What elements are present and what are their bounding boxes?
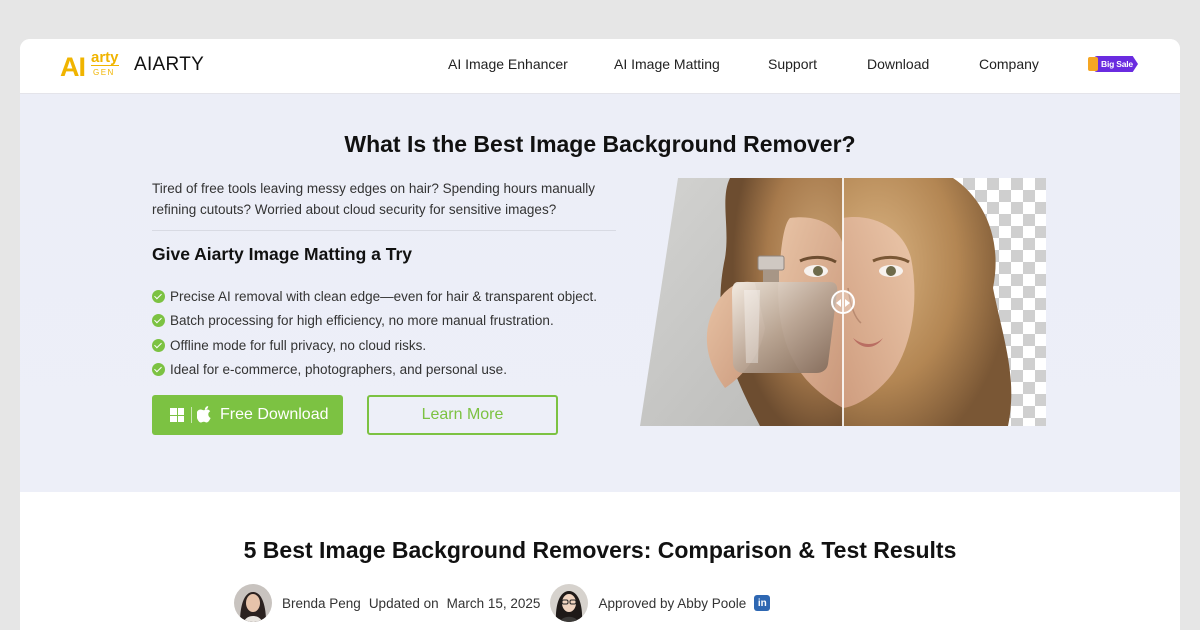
check-icon — [152, 289, 165, 303]
logo-mark: AI arty GEN — [60, 49, 128, 82]
updated-label: Updated on — [368, 595, 439, 611]
divider — [152, 230, 616, 231]
check-icon — [152, 314, 165, 328]
windows-icon — [170, 408, 184, 422]
site-header: AI arty GEN AIARTY AI Image Enhancer AI … — [20, 39, 1180, 94]
apple-icon — [197, 406, 211, 423]
big-sale-badge[interactable]: Big Sale — [1088, 54, 1138, 74]
logo-arty: arty — [91, 49, 119, 66]
hero-subtitle: Give Aiarty Image Matting a Try — [152, 244, 412, 264]
feature-item: Offline mode for full privacy, no cloud … — [152, 333, 597, 358]
feature-item: Batch processing for high efficiency, no… — [152, 309, 597, 334]
learn-more-button[interactable]: Learn More — [367, 395, 558, 435]
site-logo[interactable]: AI arty GEN AIARTY — [60, 49, 205, 82]
article-byline: Brenda Peng Updated on March 15, 2025 Ap… — [234, 584, 771, 622]
nav-download[interactable]: Download — [867, 56, 929, 72]
logo-gen: GEN — [93, 68, 115, 77]
feature-text: Precise AI removal with clean edge—even … — [170, 288, 597, 304]
check-icon — [152, 338, 165, 352]
feature-item: Ideal for e-commerce, photographers, and… — [152, 358, 597, 383]
comparison-slider-handle[interactable] — [831, 290, 855, 314]
feature-item: Precise AI removal with clean edge—even … — [152, 284, 597, 309]
article-title: 5 Best Image Background Removers: Compar… — [243, 537, 957, 563]
author-avatar[interactable] — [234, 584, 272, 622]
check-icon — [152, 363, 165, 377]
portrait-cutout-image — [843, 178, 1046, 426]
hero-title: What Is the Best Image Background Remove… — [344, 131, 856, 157]
nav-company[interactable]: Company — [979, 56, 1039, 72]
approved-by: Approved by Abby Poole — [598, 595, 747, 611]
feature-text: Ideal for e-commerce, photographers, and… — [170, 362, 507, 378]
free-download-button[interactable]: Free Download — [152, 395, 343, 435]
button-separator — [191, 407, 192, 423]
page-card: AI arty GEN AIARTY AI Image Enhancer AI … — [20, 39, 1180, 630]
approver-avatar[interactable] — [550, 584, 589, 622]
free-download-label: Free Download — [220, 406, 329, 423]
gift-icon — [1088, 57, 1098, 71]
hero-section: What Is the Best Image Background Remove… — [20, 94, 1180, 492]
portrait-original-image — [640, 178, 843, 426]
feature-list: Precise AI removal with clean edge—even … — [152, 284, 597, 382]
linkedin-icon[interactable]: in — [754, 595, 771, 611]
updated-date: March 15, 2025 — [446, 595, 541, 611]
feature-text: Batch processing for high efficiency, no… — [170, 313, 554, 329]
nav-ai-image-matting[interactable]: AI Image Matting — [614, 56, 720, 72]
big-sale-label: Big Sale — [1101, 59, 1133, 69]
before-after-image[interactable] — [640, 178, 1046, 426]
nav-ai-image-enhancer[interactable]: AI Image Enhancer — [448, 56, 568, 72]
nav-support[interactable]: Support — [768, 56, 817, 72]
brand-name: AIARTY — [134, 54, 205, 75]
feature-text: Offline mode for full privacy, no cloud … — [170, 337, 427, 353]
hero-intro: Tired of free tools leaving messy edges … — [152, 181, 596, 217]
logo-ai: AI — [60, 52, 86, 82]
author-name[interactable]: Brenda Peng — [282, 596, 361, 611]
